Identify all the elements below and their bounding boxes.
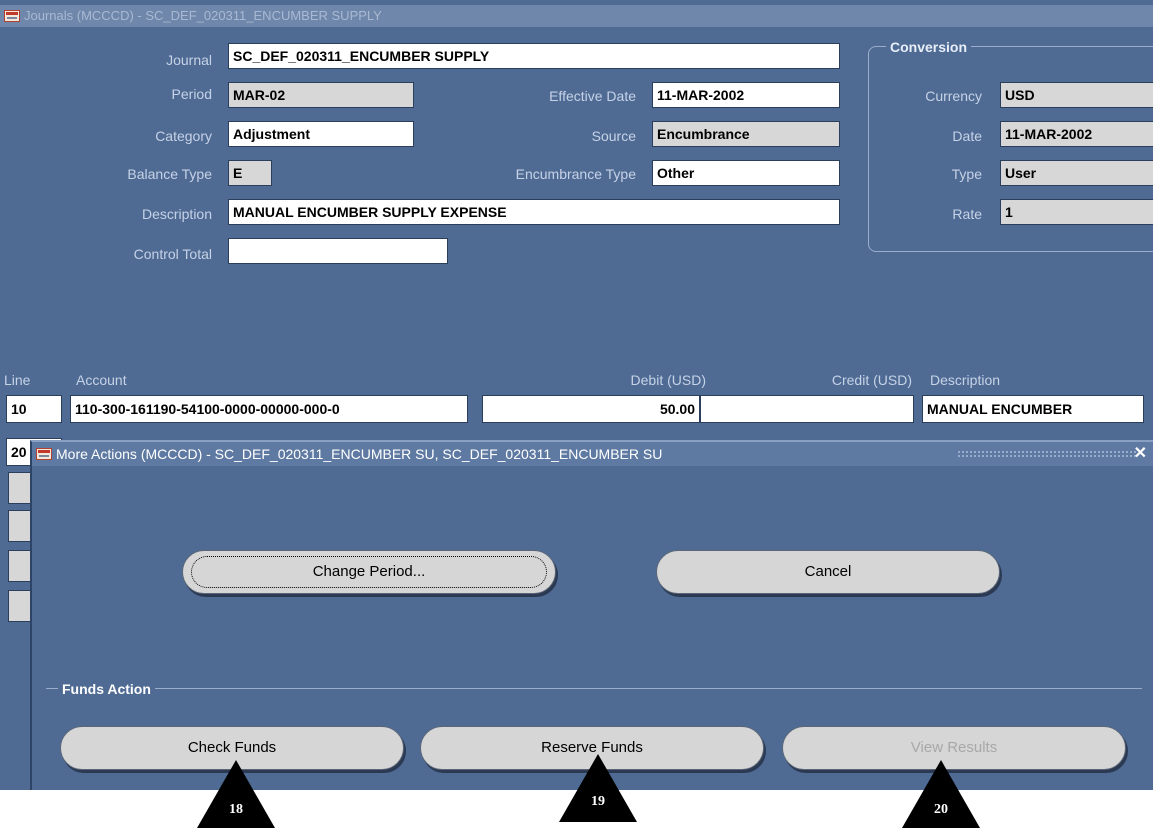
oracle-app-icon — [4, 10, 20, 22]
currency-field[interactable]: USD — [1000, 82, 1153, 108]
more-actions-dialog: More Actions (MCCCD) - SC_DEF_020311_ENC… — [30, 440, 1153, 790]
window-title: Journals (MCCCD) - SC_DEF_020311_ENCUMBE… — [24, 8, 382, 23]
callout-marker — [559, 754, 637, 822]
close-icon[interactable]: ✕ — [1134, 442, 1147, 466]
conversion-type-field[interactable]: User — [1000, 160, 1153, 186]
encumbrance-type-field[interactable]: Other — [652, 160, 840, 186]
period-label: Period — [171, 86, 212, 102]
line-number-cell[interactable]: 10 — [6, 395, 62, 423]
title-bar-grip — [957, 450, 1137, 458]
dialog-title: More Actions (MCCCD) - SC_DEF_020311_ENC… — [56, 446, 663, 462]
debit-cell[interactable]: 50.00 — [482, 395, 700, 423]
description-field[interactable]: MANUAL ENCUMBER SUPPLY EXPENSE — [228, 199, 840, 225]
account-column-header: Account — [76, 372, 127, 388]
control-total-field[interactable] — [228, 238, 448, 264]
conversion-date-label: Date — [952, 128, 982, 144]
callout-number: 18 — [229, 802, 243, 817]
effective-date-field[interactable]: 11-MAR-2002 — [652, 82, 840, 108]
rate-field[interactable]: 1 — [1000, 199, 1153, 225]
conversion-type-label: Type — [951, 166, 982, 182]
effective-date-label: Effective Date — [549, 88, 636, 104]
line-column-header: Line — [4, 372, 31, 388]
encumbrance-type-label: Encumbrance Type — [515, 166, 636, 182]
category-field[interactable]: Adjustment — [228, 121, 414, 147]
control-total-label: Control Total — [133, 246, 212, 262]
description-column-header: Description — [930, 372, 1001, 388]
change-period-button[interactable]: Change Period... — [182, 550, 556, 594]
journal-field[interactable]: SC_DEF_020311_ENCUMBER SUPPLY — [228, 43, 840, 69]
callout-number: 20 — [934, 802, 948, 817]
description-cell[interactable]: MANUAL ENCUMBER — [922, 395, 1144, 423]
rate-label: Rate — [952, 206, 982, 222]
account-cell[interactable]: 110-300-161190-54100-0000-00000-000-0 — [70, 395, 468, 423]
journal-label: Journal — [166, 52, 212, 68]
journals-window: Journals (MCCCD) - SC_DEF_020311_ENCUMBE… — [0, 0, 1153, 790]
source-label: Source — [591, 128, 636, 144]
callout-number: 19 — [591, 794, 605, 809]
debit-column-header: Debit (USD) — [630, 372, 706, 388]
cancel-button[interactable]: Cancel — [656, 550, 1000, 594]
dialog-title-bar[interactable]: More Actions (MCCCD) - SC_DEF_020311_ENC… — [32, 442, 1153, 466]
balance-type-field[interactable]: E — [228, 160, 272, 186]
source-field[interactable]: Encumbrance — [652, 121, 840, 147]
funds-action-separator — [46, 688, 1142, 689]
funds-action-title: Funds Action — [58, 680, 155, 698]
credit-cell[interactable] — [700, 395, 914, 423]
period-field[interactable]: MAR-02 — [228, 82, 414, 108]
balance-type-label: Balance Type — [127, 166, 212, 182]
conversion-date-field[interactable]: 11-MAR-2002 — [1000, 121, 1153, 147]
oracle-app-icon — [36, 448, 52, 460]
cancel-label: Cancel — [804, 563, 852, 580]
category-label: Category — [155, 128, 212, 144]
window-title-bar[interactable]: Journals (MCCCD) - SC_DEF_020311_ENCUMBE… — [0, 5, 1153, 27]
change-period-label: Change Period... — [312, 563, 426, 580]
currency-label: Currency — [925, 88, 982, 104]
view-results-label: View Results — [910, 739, 998, 756]
credit-column-header: Credit (USD) — [831, 372, 912, 388]
conversion-title: Conversion — [886, 38, 972, 56]
check-funds-label: Check Funds — [187, 739, 277, 756]
description-label: Description — [141, 206, 212, 222]
